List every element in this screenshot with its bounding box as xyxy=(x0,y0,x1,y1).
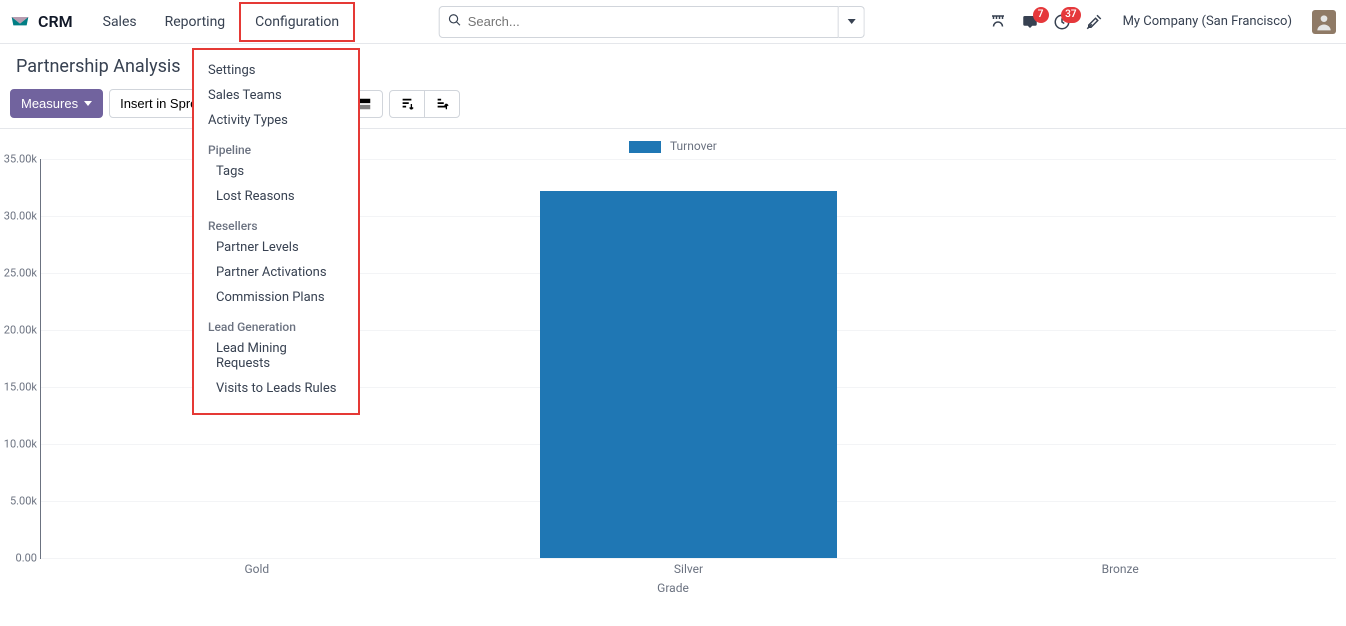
search-input-wrap[interactable] xyxy=(439,6,839,38)
section-resellers: Resellers xyxy=(194,209,358,235)
y-tick: 30.00k xyxy=(0,210,37,223)
x-tick: Silver xyxy=(674,562,703,576)
menu-settings[interactable]: Settings xyxy=(194,58,358,83)
sort-asc-button[interactable] xyxy=(424,90,460,118)
nav-reporting[interactable]: Reporting xyxy=(151,4,240,40)
menu-partner-levels[interactable]: Partner Levels xyxy=(194,235,358,260)
sort-desc-icon xyxy=(400,97,414,111)
configuration-dropdown: Settings Sales Teams Activity Types Pipe… xyxy=(192,48,360,415)
topbar: CRM Sales Reporting Configuration 7 37 M… xyxy=(0,0,1346,44)
activities-icon[interactable]: 37 xyxy=(1053,13,1071,31)
avatar[interactable] xyxy=(1312,10,1336,34)
top-icons: 7 37 My Company (San Francisco) xyxy=(989,10,1336,34)
menu-visits-leads[interactable]: Visits to Leads Rules xyxy=(194,376,358,401)
menu-commission-plans[interactable]: Commission Plans xyxy=(194,285,358,310)
voip-icon[interactable] xyxy=(989,13,1007,31)
brand[interactable]: CRM xyxy=(38,12,73,31)
legend-label: Turnover xyxy=(670,139,717,153)
x-tick: Bronze xyxy=(1102,562,1139,576)
menu-tags[interactable]: Tags xyxy=(194,159,358,184)
chart-bar[interactable] xyxy=(540,191,838,558)
y-tick: 25.00k xyxy=(0,267,37,280)
company-name[interactable]: My Company (San Francisco) xyxy=(1123,14,1292,29)
x-axis-label: Grade xyxy=(0,581,1346,595)
legend-swatch xyxy=(629,141,661,153)
chevron-down-icon xyxy=(847,19,855,24)
menu-partner-activations[interactable]: Partner Activations xyxy=(194,260,358,285)
search-container xyxy=(439,6,865,38)
menu-activity-types[interactable]: Activity Types xyxy=(194,108,358,133)
activities-badge: 37 xyxy=(1061,7,1080,23)
menu-lost-reasons[interactable]: Lost Reasons xyxy=(194,184,358,209)
sort-group xyxy=(389,90,460,118)
x-tick: Gold xyxy=(244,562,269,576)
section-pipeline: Pipeline xyxy=(194,133,358,159)
tools-icon[interactable] xyxy=(1085,13,1103,31)
y-tick: 35.00k xyxy=(0,153,37,166)
menu-sales-teams[interactable]: Sales Teams xyxy=(194,83,358,108)
page-title: Partnership Analysis xyxy=(16,56,181,77)
y-tick: 20.00k xyxy=(0,324,37,337)
measures-label: Measures xyxy=(21,96,78,111)
sort-desc-button[interactable] xyxy=(389,90,425,118)
section-lead-generation: Lead Generation xyxy=(194,310,358,336)
nav-sales[interactable]: Sales xyxy=(89,4,151,40)
y-tick: 0.00 xyxy=(0,552,37,565)
measures-button[interactable]: Measures xyxy=(10,89,103,118)
y-tick: 15.00k xyxy=(0,381,37,394)
search-input[interactable] xyxy=(468,14,830,29)
search-dropdown-button[interactable] xyxy=(839,6,865,38)
menu-lead-mining[interactable]: Lead Mining Requests xyxy=(194,336,358,376)
nav-configuration[interactable]: Configuration xyxy=(239,2,355,42)
sort-asc-icon xyxy=(435,97,449,111)
chevron-down-icon xyxy=(84,101,92,106)
messages-icon[interactable]: 7 xyxy=(1021,13,1039,31)
y-tick: 5.00k xyxy=(0,495,37,508)
search-icon xyxy=(448,13,462,31)
app-logo-icon xyxy=(10,15,30,29)
y-tick: 10.00k xyxy=(0,438,37,451)
messages-badge: 7 xyxy=(1033,7,1049,23)
